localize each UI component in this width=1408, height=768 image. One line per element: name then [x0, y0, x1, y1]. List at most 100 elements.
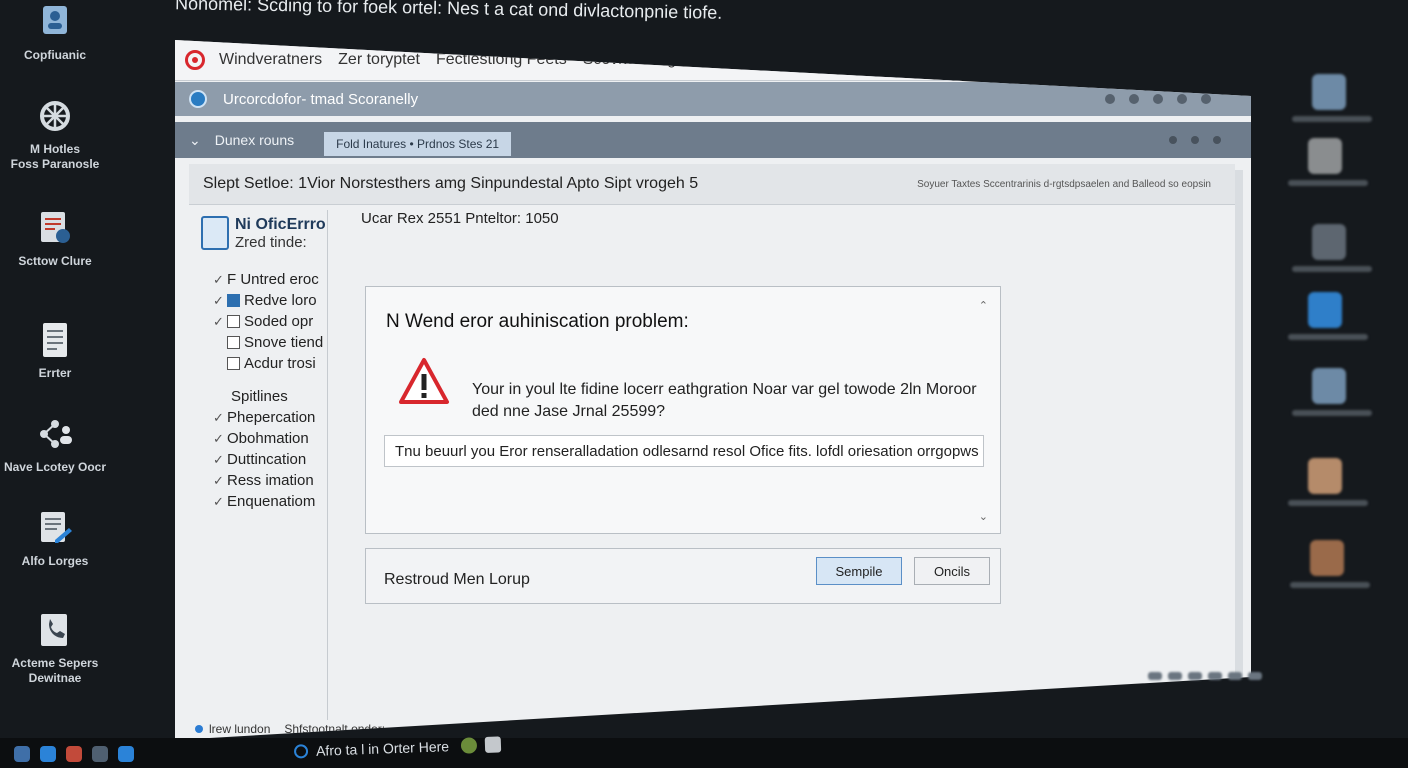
desktop-icon-right[interactable]	[1288, 458, 1368, 506]
list-item[interactable]: ✓ F Untred eroc	[191, 269, 327, 290]
desktop-icon-label: Copfiuanic	[24, 48, 86, 62]
checkbox[interactable]	[227, 315, 240, 328]
desktop-icon-label: Acteme Sepers Dewitnae	[11, 656, 99, 685]
chevron-down-icon[interactable]: ⌄	[979, 510, 988, 523]
system-tray	[1148, 672, 1368, 682]
tray-icon[interactable]	[1228, 672, 1242, 680]
taskbar-icon[interactable]	[92, 746, 108, 762]
menu-item[interactable]: Windveratners	[219, 51, 322, 69]
main-window: Windveratners Zer toryptet Fectlestiong …	[175, 40, 1251, 740]
desktop-left-icons: Copfiuanic M Hotles Foss Paranosle Sctto…	[0, 0, 110, 768]
settings-button[interactable]	[1129, 94, 1139, 104]
list-item[interactable]: ✓ Redve loro	[191, 290, 327, 311]
list-item-label: Snove tiend	[244, 334, 324, 351]
warning-icon	[399, 358, 449, 404]
list-item[interactable]: Snove tiend	[191, 332, 327, 353]
list-item-label: Phepercation	[227, 409, 316, 426]
scrollbar[interactable]	[1235, 170, 1243, 690]
taskbar-icon[interactable]	[118, 746, 134, 762]
desktop-icon-right[interactable]	[1288, 292, 1368, 340]
page-header: Slept Setloe: 1Vior Norstesthers amg Sin…	[189, 164, 1235, 205]
app-icon[interactable]	[484, 736, 502, 753]
desktop-icon-right[interactable]	[1288, 138, 1368, 186]
tray-icon[interactable]	[1248, 672, 1262, 680]
list-item-label: Duttincation	[227, 451, 307, 468]
checkbox[interactable]	[227, 336, 240, 349]
dialog-title: N Wend eror auhiniscation problem:	[386, 311, 689, 332]
desktop-icon-alfo-lorges[interactable]: Alfo Lorges	[0, 506, 110, 569]
nav-control[interactable]	[1213, 136, 1221, 144]
window-app-icon	[189, 90, 207, 108]
taskbar-icon[interactable]	[66, 746, 82, 762]
chevron-down-icon[interactable]: ⌄	[189, 132, 201, 149]
tray-icon[interactable]	[1188, 672, 1202, 680]
footer-text: Restroud Men Lorup	[384, 571, 530, 588]
user-badge-icon	[33, 0, 77, 44]
desktop-icon-acteme-sepers[interactable]: Acteme Sepers Dewitnae	[0, 608, 110, 686]
tray-icon[interactable]	[1148, 672, 1162, 680]
breadcrumb-tab[interactable]: Fold Inatures • Prdnos Stes 21	[324, 132, 512, 156]
desktop-icon-label: Scttow Clure	[18, 254, 92, 268]
restore-button[interactable]	[1177, 94, 1187, 104]
desktop-icon-right[interactable]	[1292, 74, 1372, 122]
left-pane: Ni OficErrro Zred tinde: ✓ F Untred eroc …	[191, 210, 328, 720]
menu-bar: Windveratners Zer toryptet Fectlestiong …	[175, 40, 1251, 81]
menu-item[interactable]: Fectlestiong Feets	[436, 51, 567, 69]
header-hint: Soyuer Taxtes Sccentrarinis d-rgtsdpsael…	[917, 178, 1211, 190]
menu-item[interactable]: Zer toryptet	[338, 51, 420, 69]
edit-doc-icon	[33, 506, 77, 550]
desktop-icon-m-hotles[interactable]: M Hotles Foss Paranosle	[0, 94, 110, 172]
desktop-icon-label: Alfo Lorges	[21, 554, 89, 568]
tray-icon[interactable]	[1208, 672, 1222, 680]
secondary-button[interactable]: Oncils	[914, 557, 990, 585]
content-area: Ucar Rex 2551 Pnteltor: 1050	[361, 210, 559, 227]
page-title: Slept Setloe: 1Vior Norstesthers amg Sin…	[203, 175, 699, 192]
list-item[interactable]: ✓ Duttincation	[191, 449, 327, 470]
desktop-icon-right[interactable]	[1290, 540, 1370, 588]
list-item-label: Soded opr	[244, 313, 314, 330]
list-item[interactable]: Acdur trosi	[191, 353, 327, 374]
desktop-icon-errter[interactable]: Errter	[0, 318, 110, 381]
desktop-icon-scttow-clure[interactable]: Scttow Clure	[0, 206, 110, 269]
minimize-button[interactable]	[1105, 94, 1115, 104]
taskbar-icon[interactable]	[40, 746, 56, 762]
desktop-icon-right[interactable]	[1292, 224, 1372, 272]
taskbar-icon[interactable]	[14, 746, 30, 762]
menu-item[interactable]: Scovkowving suvant lngs Sietions	[583, 51, 823, 69]
office-doc-icon	[201, 216, 229, 250]
tray-icon[interactable]	[1168, 672, 1182, 680]
list-item-label: Ress imation	[227, 472, 314, 489]
left-pane-subtitle: Zred tinde:	[235, 234, 307, 251]
nav-title[interactable]: Dunex rouns	[215, 132, 294, 148]
list-item[interactable]: ✓ Enquenatiom	[191, 491, 327, 512]
search-icon	[293, 744, 309, 759]
list-item-label: Acdur trosi	[244, 355, 316, 372]
error-detail-field[interactable]: Tnu beuurl you Eror renseralladation odl…	[384, 435, 984, 467]
list-item-label: F Untred eroc	[227, 271, 319, 288]
maximize-button[interactable]	[1153, 94, 1163, 104]
list-item[interactable]: ✓ Soded opr	[191, 311, 327, 332]
status-left: lrew lundon	[209, 722, 271, 736]
top-message-text: Nonomel: Scding to for foek ortel: Nes t…	[174, 0, 723, 23]
desktop-icon-copfiuanic[interactable]: Copfiuanic	[0, 0, 110, 63]
list-item-label: Obohmation	[227, 430, 309, 447]
desktop-icon-right[interactable]	[1292, 368, 1372, 416]
list-item[interactable]: ✓ Obohmation	[191, 428, 327, 449]
nav-control[interactable]	[1191, 136, 1199, 144]
close-button[interactable]	[1201, 94, 1211, 104]
desktop-icon-label: Errter	[38, 366, 72, 380]
chrome-icon[interactable]	[460, 737, 478, 754]
check-icon: ✓	[213, 472, 224, 488]
nav-control[interactable]	[1169, 136, 1177, 144]
status-right: Shfstootnalt ondor:	[284, 722, 386, 736]
checkbox[interactable]	[227, 294, 240, 307]
user-info-line: Ucar Rex 2551 Pnteltor: 1050	[361, 210, 559, 227]
list-item[interactable]: ✓ Ress imation	[191, 470, 327, 491]
list-item[interactable]: ✓ Phepercation	[191, 407, 327, 428]
desktop-icon-nave-lcotey[interactable]: Nave Lcotey Oocr	[0, 412, 110, 475]
checkbox[interactable]	[227, 357, 240, 370]
primary-button[interactable]: Sempile	[816, 557, 902, 585]
window-title: Urcorcdofor- tmad Scoranelly	[223, 90, 419, 108]
check-icon: ✓	[213, 271, 224, 287]
chevron-up-icon[interactable]: ⌃	[979, 299, 988, 312]
